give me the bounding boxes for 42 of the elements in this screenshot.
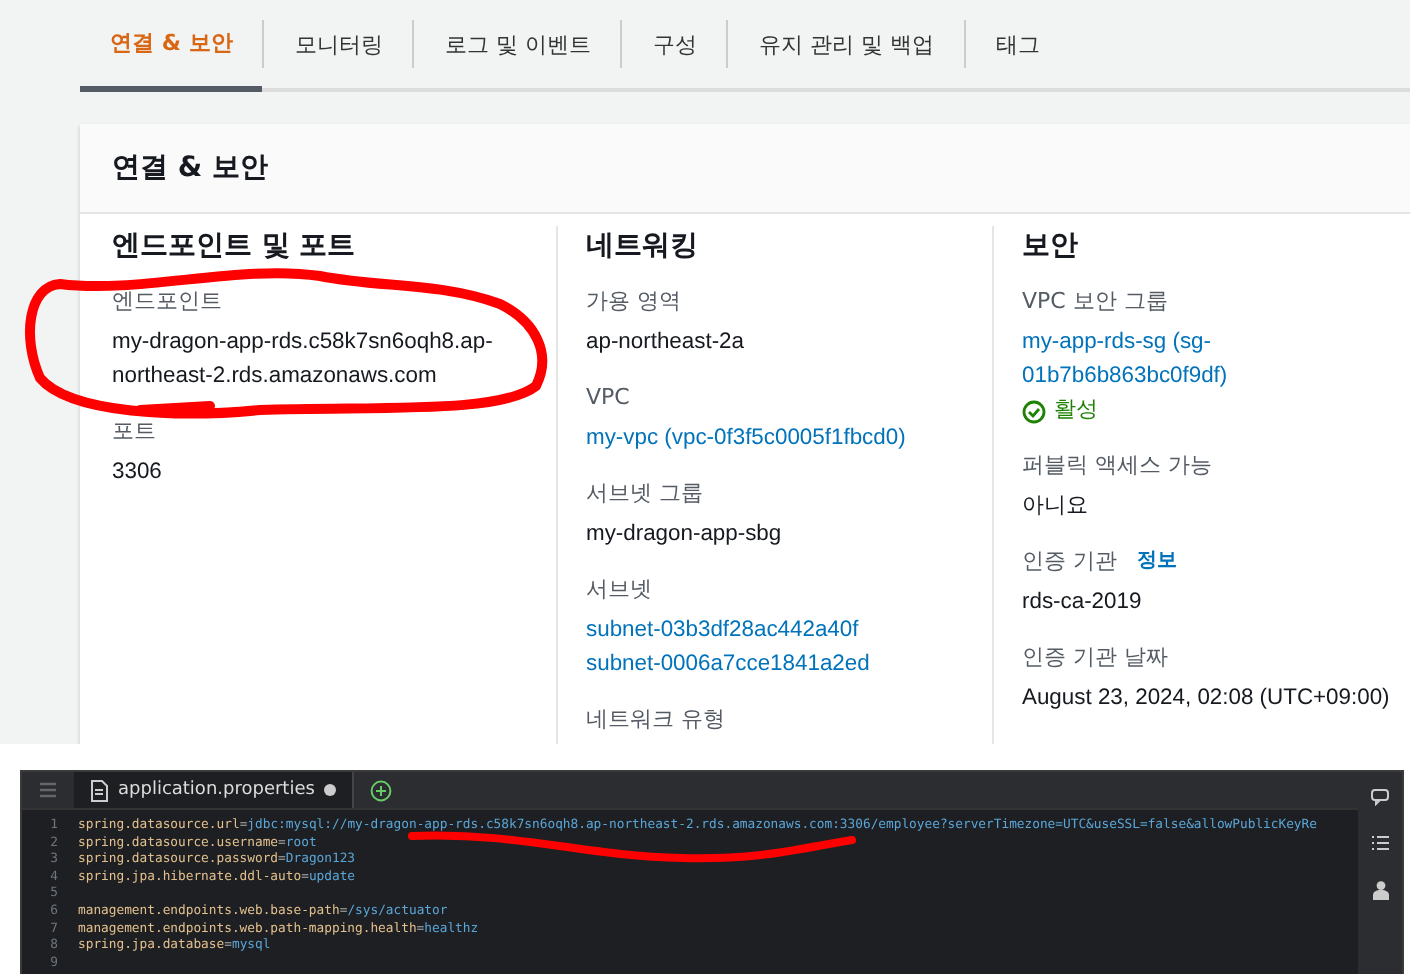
link[interactable]: subnet-03b3df28ac442a40f	[586, 614, 976, 648]
file-name: application.properties	[118, 780, 315, 800]
file-icon	[90, 779, 108, 801]
editor-tab[interactable]: application.properties	[74, 772, 355, 808]
person-icon[interactable]	[1371, 880, 1389, 900]
field-label: 인증 기관 날짜	[1022, 642, 1168, 674]
add-icon[interactable]	[370, 779, 393, 801]
link[interactable]: subnet-0006a7cce1841a2ed	[586, 648, 976, 682]
field-label: 퍼블릭 액세스 가능	[1022, 450, 1212, 482]
list-icon[interactable]	[1370, 834, 1390, 852]
section-title: 연결 & 보안	[80, 124, 1410, 214]
field-value: rds-ca-2019	[1022, 588, 1144, 618]
field-label: 서브넷	[586, 574, 652, 606]
field-value: my-dragon-app-rds.c58k7sn6oqh8.ap-northeast-2.rds.amazonaws.com	[112, 328, 495, 392]
field-value: ap-northeast-2a	[586, 328, 746, 358]
check-circle-icon	[1022, 399, 1046, 423]
field-value: August 23, 2024, 02:08 (UTC+09:00)	[1022, 684, 1392, 714]
field-label: 엔드포인트	[112, 286, 222, 318]
tab[interactable]: 모니터링	[264, 0, 413, 88]
column-heading: 보안	[1022, 228, 1080, 266]
link[interactable]: my-vpc (vpc-0f3f5c0005f1fbcd0)	[586, 422, 976, 456]
tab[interactable]: 유지 관리 및 백업	[728, 0, 964, 88]
field-value: 아니요	[1022, 492, 1090, 522]
link[interactable]: my-app-rds-sg (sg-01b7b6b863bc0f9df)	[1022, 326, 1410, 394]
column-heading: 네트워킹	[586, 228, 700, 266]
column-heading: 엔드포인트 및 포트	[112, 228, 358, 266]
chat-icon[interactable]	[1370, 788, 1390, 806]
field-label: 네트워크 유형	[586, 704, 725, 736]
field-label: VPC	[586, 382, 630, 414]
status-text: 활성	[1022, 394, 1410, 428]
tab[interactable]: 구성	[622, 0, 727, 88]
field-value: my-dragon-app-sbg	[586, 520, 784, 550]
tab[interactable]: 태그	[965, 0, 1070, 88]
menu-icon[interactable]	[38, 780, 58, 800]
field-label: 포트	[112, 416, 156, 448]
field-value: 3306	[112, 458, 164, 488]
field-label: 인증 기관	[1022, 546, 1117, 578]
field-label: 가용 영역	[586, 286, 681, 318]
info-link[interactable]: 정보	[1137, 546, 1177, 578]
field-label: VPC 보안 그룹	[1022, 286, 1168, 318]
field-label: 서브넷 그룹	[586, 478, 703, 510]
tab[interactable]: 로그 및 이벤트	[414, 0, 621, 88]
